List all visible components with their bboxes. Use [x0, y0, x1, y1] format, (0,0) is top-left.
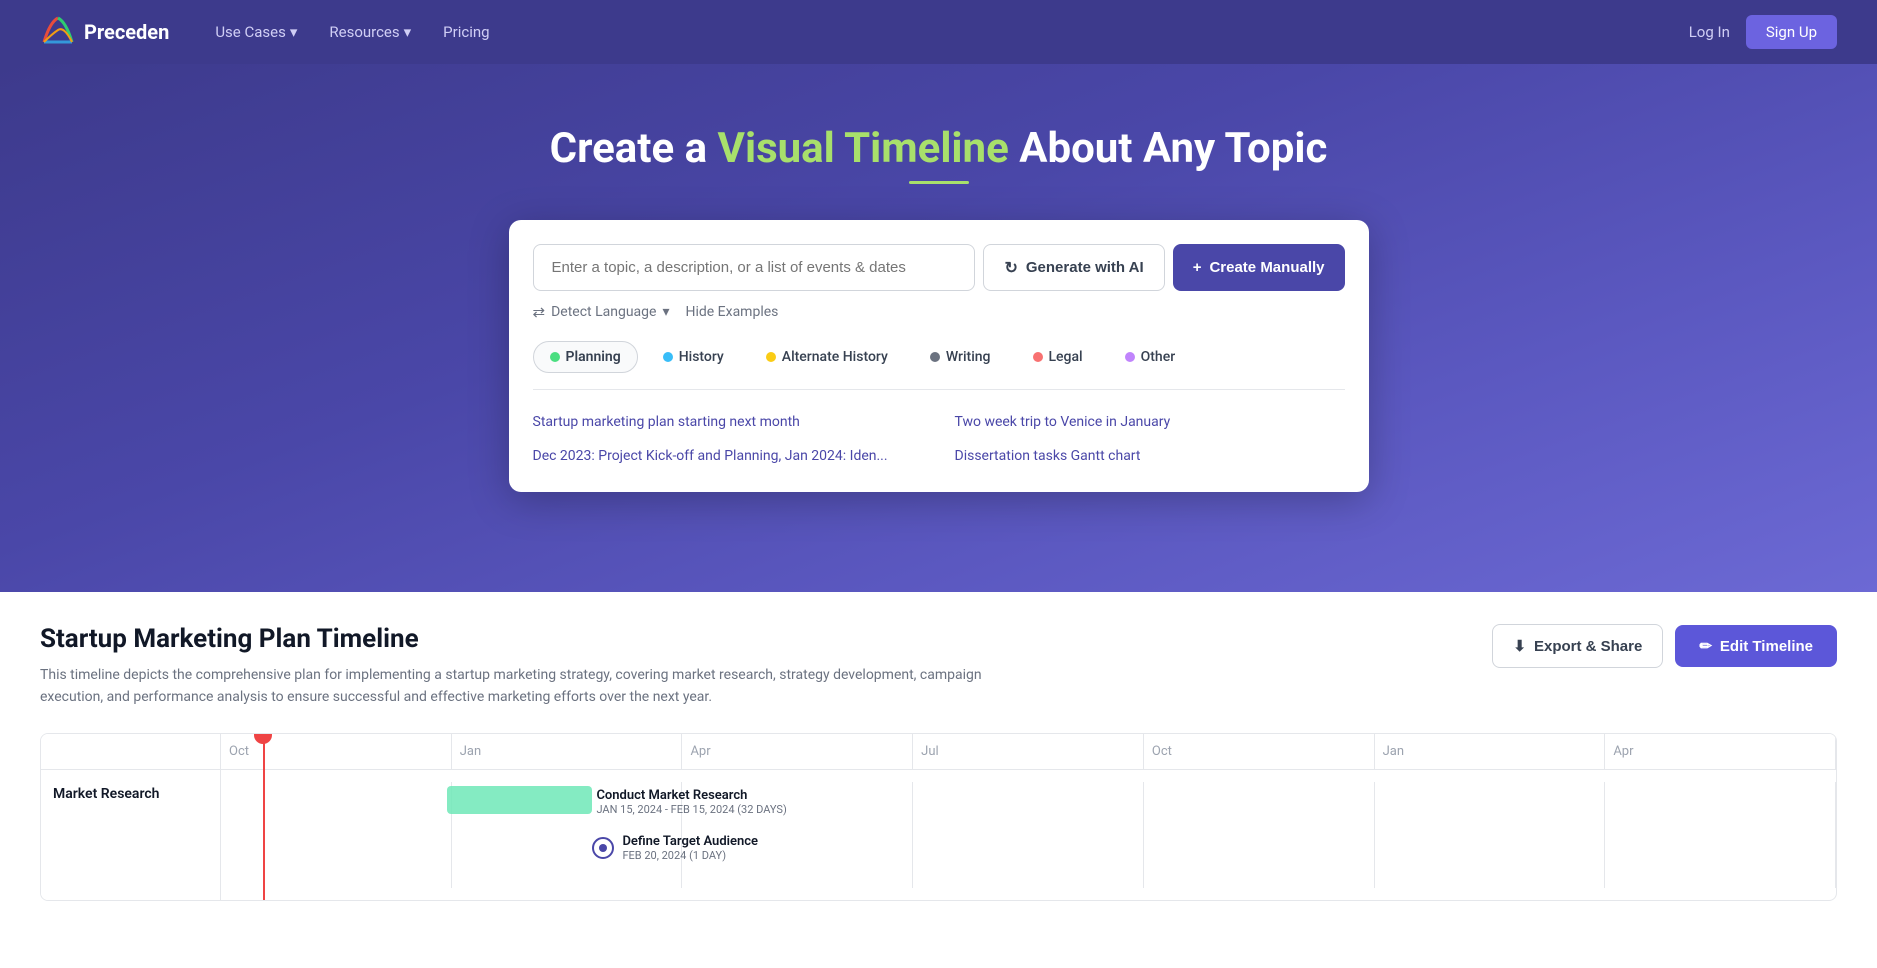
search-container: ↻ Generate with AI + Create Manually ⇄ D… [509, 220, 1369, 492]
planning-dot [550, 352, 560, 362]
nav-right: Log In Sign Up [1689, 15, 1837, 49]
timeline-section: Startup Marketing Plan Timeline This tim… [0, 592, 1877, 933]
hide-examples-button[interactable]: Hide Examples [685, 304, 778, 320]
timeline-axis: Oct Jan Apr Jul Oct Jan Apr [41, 734, 1836, 770]
ai-icon: ↻ [1004, 258, 1017, 278]
grid-line-4 [913, 782, 1144, 888]
timeline-chart: Oct Jan Apr Jul Oct Jan Apr Market Resea… [40, 733, 1837, 901]
chevron-down-icon: ▾ [290, 23, 298, 41]
axis-month-apr2: Apr [1605, 734, 1836, 769]
category-alternate-history[interactable]: Alternate History [749, 341, 905, 373]
export-share-button[interactable]: ⬇ Export & Share [1492, 624, 1663, 668]
example-3[interactable]: Dec 2023: Project Kick-off and Planning,… [533, 444, 923, 468]
nav-item-resources[interactable]: Resources ▾ [315, 15, 425, 49]
hero-title: Create a Visual Timeline About Any Topic [550, 124, 1328, 173]
navbar: Preceden Use Cases ▾ Resources ▾ Pricing… [0, 0, 1877, 64]
alternate-history-dot [766, 352, 776, 362]
chevron-down-icon: ▾ [662, 304, 669, 320]
search-input[interactable] [533, 244, 976, 291]
translate-icon: ⇄ [533, 303, 546, 321]
download-icon: ⬇ [1513, 637, 1526, 655]
search-row: ↻ Generate with AI + Create Manually [533, 244, 1345, 291]
axis-month-jul: Jul [913, 734, 1144, 769]
nav-item-use-cases[interactable]: Use Cases ▾ [201, 15, 311, 49]
axis-labels: Oct Jan Apr Jul Oct Jan Apr [221, 734, 1836, 769]
create-manually-button[interactable]: + Create Manually [1173, 244, 1345, 291]
timeline-title: Startup Marketing Plan Timeline [40, 624, 1100, 654]
example-4[interactable]: Dissertation tasks Gantt chart [955, 444, 1345, 468]
axis-month-oct2: Oct [1144, 734, 1375, 769]
axis-month-jan1: Jan [452, 734, 683, 769]
event-bar-title-conduct-market-research: Conduct Market Research [596, 788, 786, 803]
writing-dot [930, 352, 940, 362]
nav-item-pricing[interactable]: Pricing [429, 15, 503, 49]
axis-spacer [41, 734, 221, 769]
logo-text: Preceden [84, 20, 169, 44]
edit-icon: ✏ [1699, 637, 1712, 655]
hero-section: Create a Visual Timeline About Any Topic… [0, 64, 1877, 592]
timeline-header: Startup Marketing Plan Timeline This tim… [40, 624, 1837, 709]
history-dot [663, 352, 673, 362]
category-history[interactable]: History [646, 341, 741, 373]
logo[interactable]: Preceden [40, 14, 169, 50]
example-1[interactable]: Startup marketing plan starting next mon… [533, 410, 923, 434]
signup-button[interactable]: Sign Up [1746, 15, 1837, 49]
axis-month-jan2: Jan [1375, 734, 1606, 769]
nav-links: Use Cases ▾ Resources ▾ Pricing [201, 15, 1688, 49]
grid-line-7 [1605, 782, 1836, 888]
detect-language-button[interactable]: ⇄ Detect Language ▾ [533, 303, 670, 321]
timeline-actions: ⬇ Export & Share ✏ Edit Timeline [1492, 624, 1837, 668]
milestone-inner-dot [599, 844, 607, 852]
event-conduct-market-research[interactable]: Conduct Market Research JAN 15, 2024 - F… [447, 786, 592, 814]
generate-button[interactable]: ↻ Generate with AI [983, 244, 1164, 291]
legal-dot [1033, 352, 1043, 362]
grid-line-6 [1375, 782, 1606, 888]
timeline-body: Market Research Conduct Market Research … [41, 770, 1836, 900]
examples-grid: Startup marketing plan starting next mon… [533, 410, 1345, 468]
logo-icon [40, 14, 76, 50]
category-planning[interactable]: Planning [533, 341, 638, 373]
category-writing[interactable]: Writing [913, 341, 1008, 373]
milestone-sub-define-target-audience: FEB 20, 2024 (1 DAY) [622, 849, 758, 862]
event-bar-sub-conduct-market-research: JAN 15, 2024 - FEB 15, 2024 (32 DAYS) [596, 803, 786, 816]
edit-timeline-button[interactable]: ✏ Edit Timeline [1675, 625, 1837, 667]
chevron-down-icon: ▾ [404, 23, 412, 41]
today-line [263, 734, 265, 900]
search-meta: ⇄ Detect Language ▾ Hide Examples [533, 303, 1345, 321]
event-define-target-audience[interactable]: Define Target Audience FEB 20, 2024 (1 D… [592, 834, 758, 862]
row-content-market-research: Conduct Market Research JAN 15, 2024 - F… [221, 770, 1836, 900]
row-label-market-research: Market Research [41, 770, 221, 900]
plus-icon: + [1193, 259, 1202, 276]
timeline-description: This timeline depicts the comprehensive … [40, 664, 1040, 709]
hero-underline [909, 181, 969, 184]
milestone-title-define-target-audience: Define Target Audience [622, 834, 758, 849]
grid-line-5 [1144, 782, 1375, 888]
axis-month-apr1: Apr [682, 734, 913, 769]
example-2[interactable]: Two week trip to Venice in January [955, 410, 1345, 434]
timeline-info: Startup Marketing Plan Timeline This tim… [40, 624, 1100, 709]
other-dot [1125, 352, 1135, 362]
login-link[interactable]: Log In [1689, 23, 1730, 41]
categories: Planning History Alternate History Writi… [533, 341, 1345, 390]
grid-line-1 [221, 782, 452, 888]
category-legal[interactable]: Legal [1016, 341, 1100, 373]
category-other[interactable]: Other [1108, 341, 1193, 373]
